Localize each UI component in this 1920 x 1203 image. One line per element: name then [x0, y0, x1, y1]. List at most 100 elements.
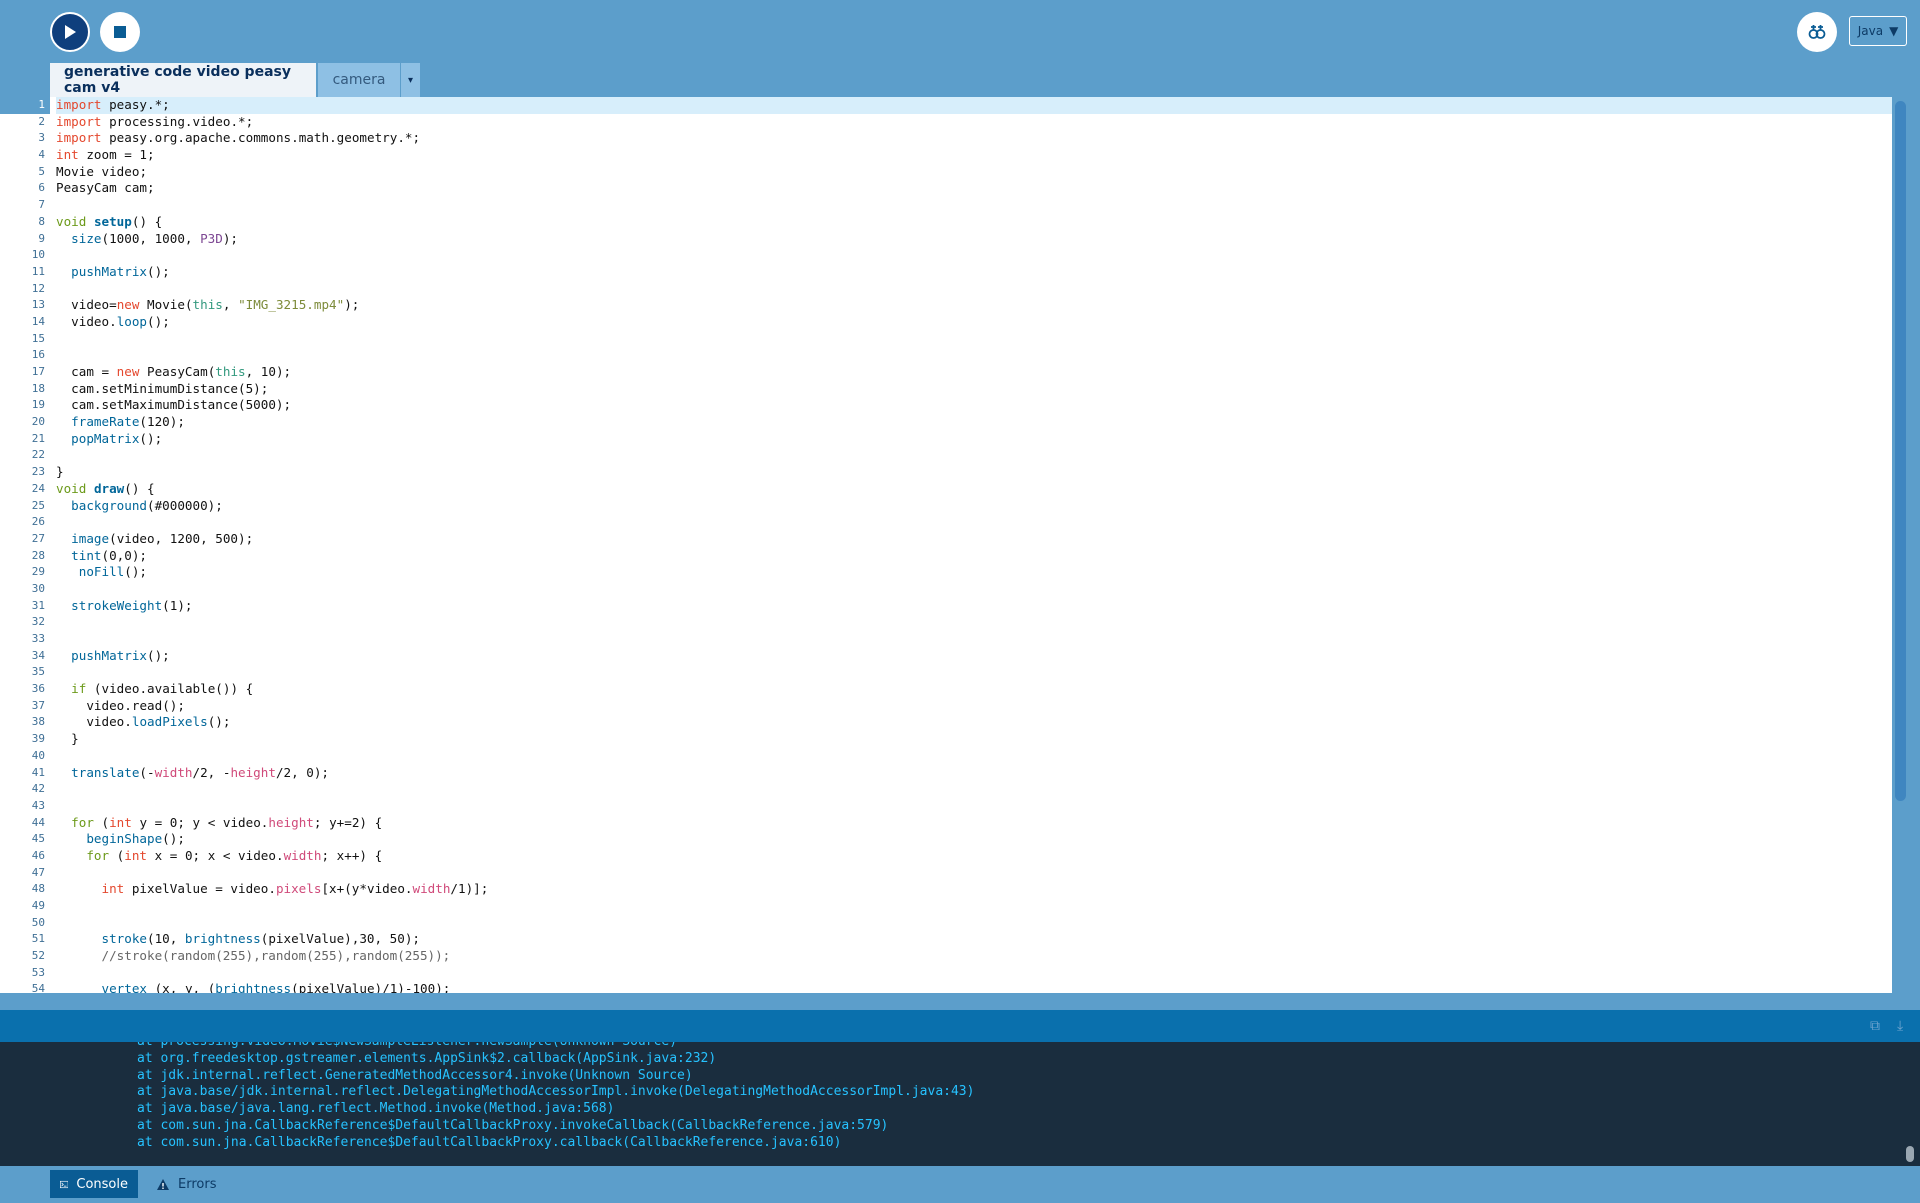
code-line[interactable]: } [56, 731, 1892, 748]
line-number: 18 [31, 381, 45, 395]
console-output[interactable]: at processing.video.Movie$NewSampleListe… [0, 1042, 1920, 1166]
line-number: 31 [31, 598, 45, 612]
tab-errors[interactable]: Errors [146, 1170, 226, 1198]
line-number: 17 [31, 365, 45, 378]
tab-console[interactable]: Console [50, 1170, 138, 1198]
code-line[interactable]: for (int y = 0; y < video.height; y+=2) … [56, 815, 1892, 832]
line-number: 10 [31, 248, 45, 262]
code-line[interactable]: int zoom = 1; [56, 147, 1892, 164]
code-line[interactable] [56, 281, 1892, 298]
debugger-button[interactable] [1797, 12, 1837, 52]
code-line[interactable] [56, 347, 1892, 364]
code-line[interactable] [56, 965, 1892, 982]
collapse-icon[interactable]: ⤓ [1897, 1018, 1903, 1034]
code-line[interactable]: vertex (x, y, (brightness(pixelValue)/1)… [56, 981, 1892, 993]
footer-tabs: Console Errors [0, 1166, 1920, 1203]
code-line[interactable]: video.loadPixels(); [56, 714, 1892, 731]
code-line[interactable] [56, 247, 1892, 264]
code-line[interactable]: video.read(); [56, 698, 1892, 715]
code-line[interactable] [56, 915, 1892, 932]
toolbar: Java ▼ [0, 0, 1920, 62]
code-line[interactable]: void setup() { [56, 214, 1892, 231]
code-line[interactable] [56, 865, 1892, 882]
console-line: at com.sun.jna.CallbackReference$Default… [137, 1134, 842, 1150]
line-number: 5 [38, 164, 45, 178]
code-line[interactable]: Movie video; [56, 164, 1892, 181]
code-line[interactable]: //stroke(random(255),random(255),random(… [56, 948, 1892, 965]
code-line[interactable]: stroke(10, brightness(pixelValue),30, 50… [56, 931, 1892, 948]
code-line[interactable]: size(1000, 1000, P3D); [56, 231, 1892, 248]
tab-main-sketch[interactable]: generative code video peasy cam v4 [50, 63, 316, 97]
code-line[interactable]: int pixelValue = video.pixels[x+(y*video… [56, 881, 1892, 898]
code-line[interactable]: cam.setMaximumDistance(5000); [56, 397, 1892, 414]
code-line[interactable]: for (int x = 0; x < video.width; x++) { [56, 848, 1892, 865]
stop-icon [114, 26, 126, 38]
code-line[interactable] [56, 898, 1892, 915]
code-line[interactable] [56, 781, 1892, 798]
play-icon [65, 25, 76, 39]
code-line[interactable]: video.loop(); [56, 314, 1892, 331]
code-line[interactable] [56, 331, 1892, 348]
line-number: 45 [31, 832, 45, 846]
code-line[interactable] [56, 197, 1892, 214]
code-line[interactable] [56, 664, 1892, 681]
line-number: 43 [31, 798, 45, 812]
mode-selector[interactable]: Java ▼ [1849, 16, 1907, 46]
code-line[interactable]: beginShape(); [56, 831, 1892, 848]
line-number: 9 [38, 231, 45, 245]
code-line[interactable]: cam.setMinimumDistance(5); [56, 381, 1892, 398]
code-line[interactable] [56, 798, 1892, 815]
code-line[interactable]: import processing.video.*; [56, 114, 1892, 131]
code-line[interactable]: background(#000000); [56, 498, 1892, 515]
code-line[interactable]: noFill(); [56, 564, 1892, 581]
line-number: 32 [31, 615, 45, 629]
line-number: 3 [38, 131, 45, 145]
code-line[interactable]: strokeWeight(1); [56, 598, 1892, 615]
code-editor[interactable]: 1 2 3 4 5 6 7 8 9 10 11 12 13 14 15 16 17 18 19 20 21 22 23 24 2… [0, 97, 1920, 993]
line-number: 15 [31, 331, 45, 345]
code-line[interactable]: tint(0,0); [56, 548, 1892, 565]
line-number: 19 [31, 398, 45, 412]
code-line[interactable]: image(video, 1200, 500); [56, 531, 1892, 548]
code-line[interactable]: import peasy.org.apache.commons.math.geo… [56, 130, 1892, 147]
code-line[interactable] [56, 581, 1892, 598]
line-number: 7 [38, 198, 45, 212]
code-line[interactable]: import peasy.*; [56, 97, 1892, 114]
copy-icon[interactable]: ⧉ [1870, 1018, 1880, 1034]
code-line[interactable]: translate(-width/2, -height/2, 0); [56, 765, 1892, 782]
line-number: 26 [31, 515, 45, 529]
code-line[interactable] [56, 614, 1892, 631]
line-number: 39 [31, 732, 45, 746]
console-scrollbar-thumb[interactable] [1906, 1146, 1914, 1162]
code-line[interactable] [56, 447, 1892, 464]
code-line[interactable]: void draw() { [56, 481, 1892, 498]
console-line: at processing.video.Movie$NewSampleListe… [0, 1042, 1920, 1051]
code-line[interactable]: cam = new PeasyCam(this, 10); [56, 364, 1892, 381]
code-line[interactable] [56, 514, 1892, 531]
run-button[interactable] [50, 12, 90, 52]
editor-scrollbar-thumb[interactable] [1895, 101, 1906, 801]
code-line[interactable]: pushMatrix(); [56, 264, 1892, 281]
code-line[interactable]: pushMatrix(); [56, 648, 1892, 665]
code-area[interactable]: import peasy.*; import processing.video.*… [56, 97, 1892, 993]
line-number: 35 [31, 665, 45, 679]
code-line[interactable]: } [56, 464, 1892, 481]
tab-menu-button[interactable]: ▾ [400, 63, 420, 97]
line-number: 40 [31, 748, 45, 762]
line-number: 33 [31, 632, 45, 645]
line-number: 16 [31, 348, 45, 362]
stop-button[interactable] [100, 12, 140, 52]
tab-label: generative code video peasy cam v4 [64, 64, 291, 96]
code-line[interactable]: if (video.available()) { [56, 681, 1892, 698]
line-number: 48 [31, 882, 45, 896]
console-line: at org.freedesktop.gstreamer.elements.Ap… [137, 1050, 717, 1066]
code-line[interactable]: PeasyCam cam; [56, 180, 1892, 197]
code-line[interactable]: video=new Movie(this, "IMG_3215.mp4"); [56, 297, 1892, 314]
code-line[interactable]: frameRate(120); [56, 414, 1892, 431]
code-line[interactable] [56, 631, 1892, 648]
tab-camera[interactable]: camera [316, 63, 400, 97]
code-line[interactable] [56, 748, 1892, 765]
terminal-icon [60, 1180, 69, 1188]
code-line[interactable]: popMatrix(); [56, 431, 1892, 448]
console-line: at jdk.internal.reflect.GeneratedMethodA… [137, 1067, 693, 1083]
